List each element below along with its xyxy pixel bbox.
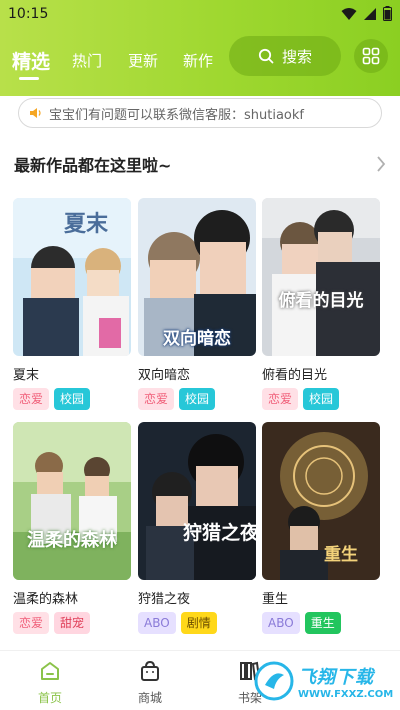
tag-list: 恋爱 校园 [138, 388, 256, 410]
comic-title: 夏末 [13, 368, 40, 383]
status-time: 10:15 [8, 6, 49, 22]
search-button[interactable]: 搜索 [229, 36, 341, 76]
cover-title-art: 重生 [324, 545, 358, 565]
comic-cover[interactable]: 狩猎之夜 [138, 422, 256, 580]
tag[interactable]: 校园 [303, 388, 340, 410]
tag-list: 恋爱 甜宠 [13, 612, 131, 634]
grid-icon [362, 47, 380, 65]
nav-shop-label: 商城 [137, 691, 162, 705]
tag-list: 恋爱 校园 [262, 388, 380, 410]
watermark-url: WWW.FXXZ.COM [298, 688, 394, 700]
cover-title-art: 俯看的目光 [278, 291, 364, 311]
tag[interactable]: 甜宠 [54, 612, 91, 634]
status-bar: 10:15 [0, 0, 400, 28]
home-icon [41, 662, 59, 680]
wifi-icon [341, 7, 357, 20]
nav-home-label: 首页 [37, 691, 62, 705]
comic-cover[interactable]: 双向暗恋 [138, 198, 256, 356]
cover-title-art: 夏末 [63, 211, 108, 237]
bag-icon [141, 660, 159, 681]
cover-title-art: 双向暗恋 [163, 329, 231, 349]
comic-card[interactable]: 夏末 夏末 恋爱 校园 [13, 198, 131, 410]
tag-list: 恋爱 校园 [13, 388, 131, 410]
logo-icon [254, 661, 294, 701]
cover-title-art: 温柔的森林 [27, 530, 117, 551]
battery-icon [383, 6, 392, 21]
notice-text: 宝宝们有问题可以联系微信客服：shutiaokf [49, 107, 304, 123]
comic-cover[interactable]: 重生 [262, 422, 380, 580]
watermark: 飞翔下载 WWW.FXXZ.COM [254, 656, 400, 706]
watermark-title: 飞翔下载 [298, 666, 374, 688]
tag[interactable]: 恋爱 [262, 388, 299, 410]
tab-new[interactable]: 新作 [183, 50, 213, 71]
comic-card[interactable]: 重生 重生 ABO 重生 [262, 422, 380, 634]
tag[interactable]: 校园 [54, 388, 91, 410]
notice-bar[interactable]: 宝宝们有问题可以联系微信客服：shutiaokf [18, 98, 382, 128]
tag[interactable]: 校园 [179, 388, 216, 410]
search-icon [258, 48, 274, 64]
tag[interactable]: ABO [138, 612, 176, 634]
search-label: 搜索 [281, 47, 312, 66]
category-grid-button[interactable] [354, 39, 388, 73]
tab-updates[interactable]: 更新 [128, 50, 158, 71]
section-title: 最新作品都在这里啦~ [14, 156, 172, 175]
nav-shop[interactable]: 商城 [120, 659, 180, 706]
comic-cover[interactable]: 夏末 [13, 198, 131, 356]
tag[interactable]: 恋爱 [13, 388, 50, 410]
tab-selected[interactable]: 精选 [12, 47, 50, 74]
cover-title-art: 狩猎之夜 [182, 522, 256, 544]
speaker-icon [30, 108, 41, 118]
tag[interactable]: 重生 [304, 612, 341, 634]
comic-title: 重生 [262, 592, 289, 607]
tab-hot[interactable]: 热门 [72, 50, 102, 71]
comic-title: 双向暗恋 [138, 368, 191, 383]
signal-icon [364, 7, 376, 20]
comic-card[interactable]: 双向暗恋 双向暗恋 恋爱 校园 [138, 198, 256, 410]
comic-cover[interactable]: 温柔的森林 [13, 422, 131, 580]
chevron-right-icon[interactable] [376, 156, 386, 172]
top-header: 10:15 精选 热门 更新 新作 搜索 [0, 0, 400, 96]
active-tab-indicator [19, 77, 39, 80]
comic-title: 狩猎之夜 [138, 592, 191, 607]
tag[interactable]: 恋爱 [138, 388, 175, 410]
tag-list: ABO 重生 [262, 612, 380, 634]
tag[interactable]: 剧情 [180, 612, 217, 634]
tag[interactable]: 恋爱 [13, 612, 50, 634]
comic-card[interactable]: 温柔的森林 温柔的森林 恋爱 甜宠 [13, 422, 131, 634]
comic-title: 俯看的目光 [262, 368, 328, 383]
comic-card[interactable]: 俯看的目光 俯看的目光 恋爱 校园 [262, 198, 380, 410]
status-icons [341, 6, 392, 21]
tag-list: ABO 剧情 [138, 612, 256, 634]
comic-card[interactable]: 狩猎之夜 狩猎之夜 ABO 剧情 [138, 422, 256, 634]
comic-title: 温柔的森林 [13, 592, 79, 607]
nav-home[interactable]: 首页 [20, 659, 80, 706]
tag[interactable]: ABO [262, 612, 300, 634]
comic-cover[interactable]: 俯看的目光 [262, 198, 380, 356]
